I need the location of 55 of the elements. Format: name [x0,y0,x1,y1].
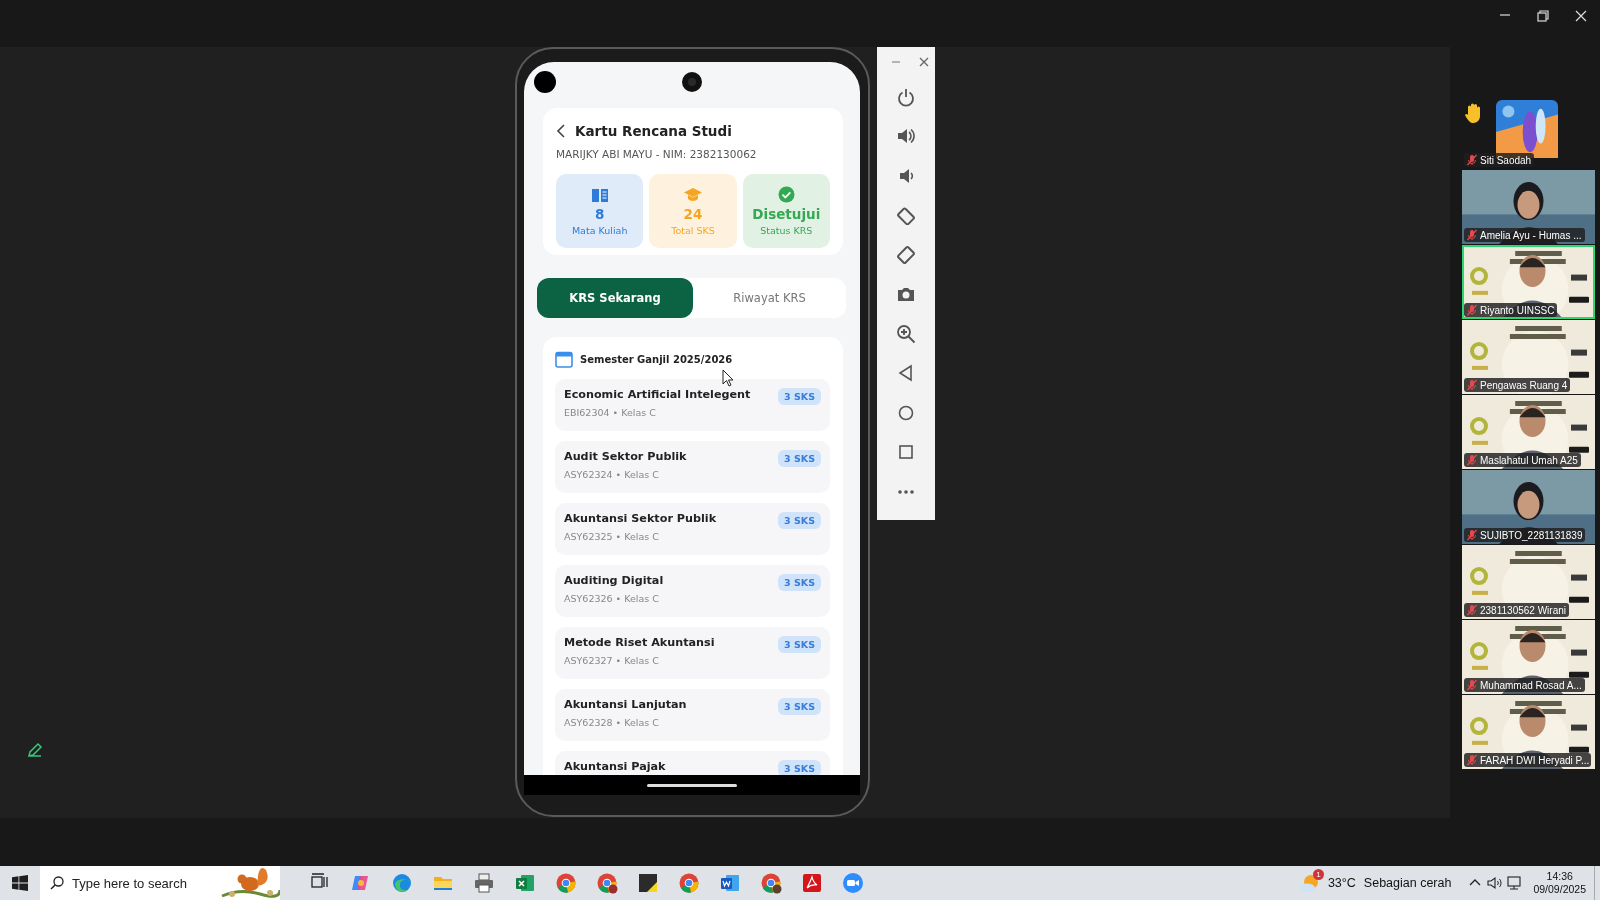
participant-name: Riyanto UINSSC [1480,304,1555,316]
participant-name: Amelia Ayu - Humas ... [1480,229,1582,241]
course-name: Metode Riset Akuntansi [564,636,715,649]
credit-badge: 3 SKS [778,388,821,405]
tab[interactable]: Riwayat KRS [693,278,846,318]
course-item[interactable]: Auditing Digital ASY62326 • Kelas C 3 SKS [555,565,830,617]
course-code: ASY62326 • Kelas C [564,593,660,604]
stat-label: Mata Kuliah [571,224,628,236]
course-code: EBI62304 • Kelas C [564,407,657,418]
course-code: ASY62327 • Kelas C [564,655,660,666]
course-code: ASY62324 • Kelas C [564,469,660,480]
student-info: MARIJKY ABI MAYU - NIM: 2382130062 [556,148,758,162]
stat-value: 8 [594,205,605,222]
search-field[interactable]: Type here to search [40,866,280,900]
weather-condition: Sebagian cerah [1363,876,1452,890]
participant-name: 2381130562 Wirani [1480,604,1566,616]
course-item[interactable]: Akuntansi Sektor Publik ASY62325 • Kelas C 3 SKS [555,503,830,555]
course-name: Akuntansi Pajak [564,760,666,773]
clock-time: 14:36 [1546,870,1573,883]
course-name: Auditing Digital [564,574,664,587]
credit-badge: 3 SKS [778,636,821,653]
course-name: Akuntansi Lanjutan [564,698,687,711]
clock[interactable]: 14:36 09/09/2025 [1533,870,1586,896]
participant-name: FARAH DWI Heryadi P... [1480,754,1590,766]
credit-badge: 3 SKS [778,574,821,591]
course-item[interactable]: Audit Sektor Publik ASY62324 • Kelas C 3 SKS [555,441,830,493]
participant-name: Muhammad Rosad A... [1480,679,1582,691]
page-title: Kartu Rencana Studi [575,123,732,139]
clock-date: 09/09/2025 [1533,883,1586,896]
course-name: Audit Sektor Publik [564,450,687,463]
stat-label: Status KRS [760,225,813,236]
stat-value: Disetujui [752,206,821,222]
credit-badge: 3 SKS [778,512,821,529]
course-code: ASY62325 • Kelas C [564,531,660,542]
credit-badge: 3 SKS [778,760,821,775]
course-item[interactable]: Akuntansi Lanjutan ASY62328 • Kelas C 3 SKS [555,689,830,741]
stat-label: Total SKS [671,224,715,236]
temperature: 33°C [1327,876,1356,890]
participant-name: Siti Saodah [1480,154,1532,166]
participant-name: SUJIBTO_2281131839 [1480,529,1583,541]
course-name: Economic Artificial Intelegent [564,388,751,401]
participant-name: Pengawas Ruang 4 [1480,379,1568,391]
course-name: Akuntansi Sektor Publik [564,512,717,525]
stat-value: 24 [683,205,703,222]
participant-name: Maslahatul Umah A25 [1480,454,1578,466]
semester-label: Semester Ganjil 2025/2026 [580,353,733,365]
tab[interactable]: KRS Sekarang [537,278,693,318]
course-item[interactable]: Economic Artificial Intelegent EBI62304 • Kelas C 3 SKS [555,379,830,431]
course-item[interactable]: Metode Riset Akuntansi ASY62327 • Kelas C 3 SKS [555,627,830,679]
credit-badge: 3 SKS [778,450,821,467]
credit-badge: 3 SKS [778,698,821,715]
notification-badge: 1 [1312,869,1324,880]
course-code: ASY62328 • Kelas C [564,717,660,728]
course-item[interactable]: Akuntansi Pajak 3 SKS [555,751,830,775]
participant-tile[interactable]: Siti Saodah [1462,100,1595,169]
